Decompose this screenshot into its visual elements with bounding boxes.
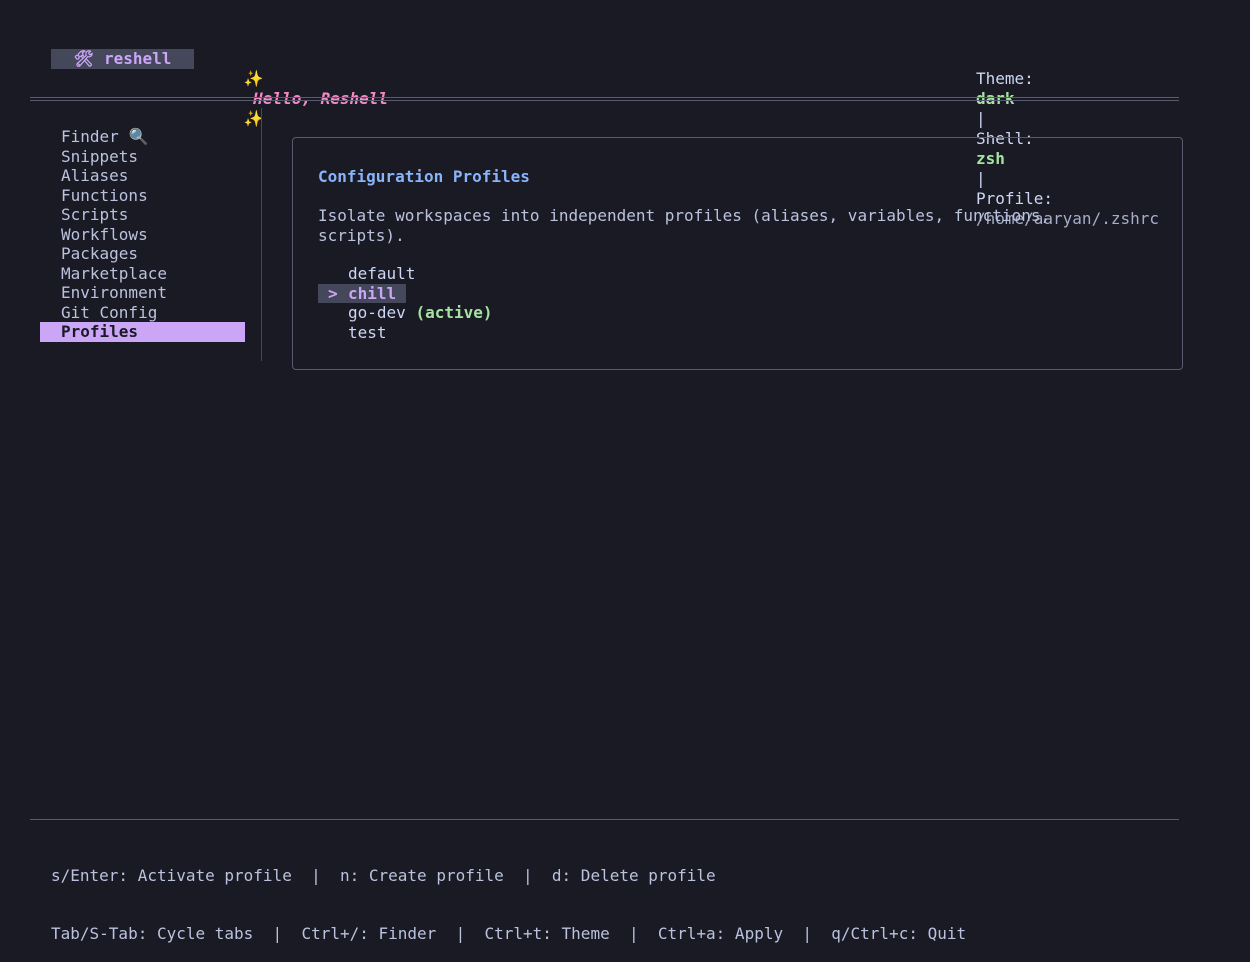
header-divider [30,97,1179,101]
sidebar-item-label: Environment [61,283,167,302]
sidebar-item-aliases[interactable]: Aliases [40,166,245,186]
help-line-global: Tab/S-Tab: Cycle tabs | Ctrl+/: Finder |… [51,923,967,943]
panel-title: Configuration Profiles [318,167,530,186]
sidebar-divider [261,108,262,361]
sidebar-item-label: Snippets [61,146,139,166]
magnifier-icon: 🔍 [128,127,149,146]
sidebar-item-scripts[interactable]: Scripts [40,205,245,225]
profile-name: go-dev [348,303,406,322]
app-badge: 🛠 reshell [51,49,194,69]
profile-item-test[interactable]: test [318,323,493,343]
keybinding-help: s/Enter: Activate profile | n: Create pr… [51,828,966,962]
sidebar: Finder 🔍 Snippets Aliases Functions Scri… [40,127,245,342]
sidebar-item-marketplace[interactable]: Marketplace [40,264,245,284]
sidebar-item-label: Scripts [61,205,129,224]
profile-name: test [348,322,387,342]
sidebar-item-label: Profiles [61,322,139,341]
sidebar-item-git-config[interactable]: Git Config [40,303,245,323]
sidebar-item-finder[interactable]: Finder 🔍 [40,127,245,147]
selection-cursor: > [328,283,338,303]
help-line-context: s/Enter: Activate profile | n: Create pr… [51,866,716,885]
sidebar-item-label: Workflows [61,224,148,244]
sparkle-icon: ✨ [243,69,264,88]
profiles-panel: Configuration Profiles Isolate workspace… [292,137,1183,370]
hammer-wrench-icon: 🛠 [73,49,94,68]
profile-item-default[interactable]: default [318,264,493,284]
sidebar-item-label: Marketplace [61,263,167,283]
sidebar-item-profiles[interactable]: Profiles [40,322,245,342]
sidebar-item-label: Packages [61,244,139,263]
profile-list: default > chill go-dev (active) test [318,264,493,342]
footer-divider [30,819,1179,820]
app-name: reshell [103,49,172,68]
header-bar: 🛠 reshell ✨ Hello, Reshell ✨ Theme: dark… [51,49,1179,228]
sidebar-item-label: Functions [61,185,148,205]
panel-description: Isolate workspaces into independent prof… [318,206,1051,245]
sidebar-item-snippets[interactable]: Snippets [40,147,245,167]
profile-name: chill [348,283,397,303]
active-badge: (active) [415,303,493,322]
profile-name: default [348,264,416,283]
theme-label: Theme: [975,69,1034,88]
sidebar-item-label: Finder [61,127,119,146]
sidebar-item-workflows[interactable]: Workflows [40,225,245,245]
sidebar-item-functions[interactable]: Functions [40,186,245,206]
sidebar-item-label: Aliases [61,166,129,185]
sidebar-item-environment[interactable]: Environment [40,283,245,303]
profile-item-chill[interactable]: > chill [318,283,407,303]
profile-item-go-dev[interactable]: go-dev (active) [318,303,493,323]
sidebar-item-packages[interactable]: Packages [40,244,245,264]
sidebar-item-label: Git Config [61,302,158,322]
status-separator: | [975,109,986,128]
